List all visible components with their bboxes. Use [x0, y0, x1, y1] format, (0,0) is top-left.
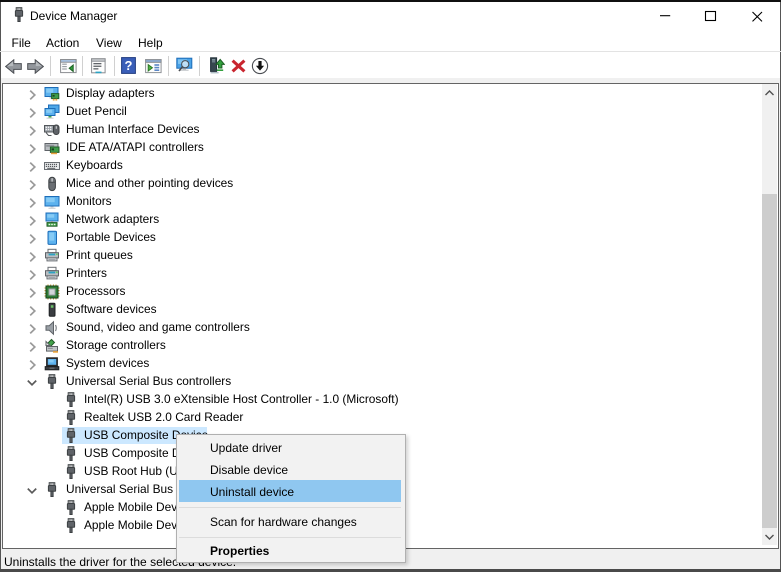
svg-text:?: ?: [125, 58, 133, 73]
